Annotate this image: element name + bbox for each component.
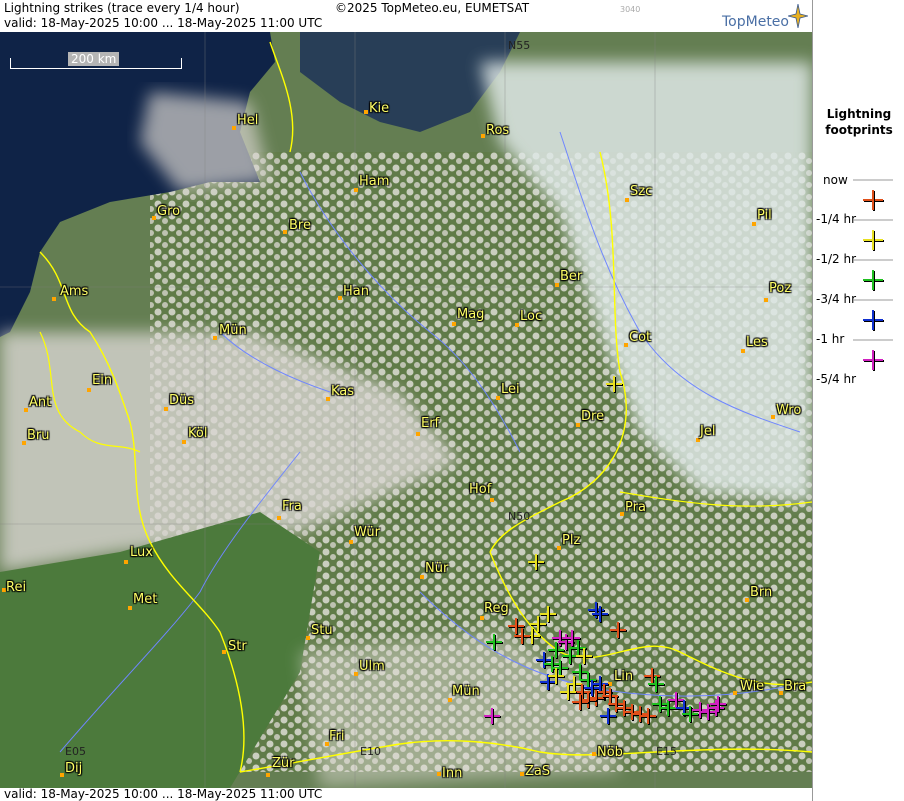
lightning-strike-icon: [592, 676, 609, 693]
lightning-strike-icon: [708, 700, 725, 717]
lightning-strike-icon: [572, 694, 589, 711]
compass-icon: [788, 4, 808, 28]
legend-title: Lightning footprints: [825, 107, 893, 137]
lightning-strike-icon: [610, 622, 627, 639]
lightning-strike-icon: [640, 708, 657, 725]
lightning-strike-icon: [710, 696, 727, 713]
lightning-strike-icon: [652, 696, 669, 713]
lightning-strike-icon: [528, 554, 545, 571]
legend-cross-icon: [863, 270, 884, 291]
lightning-strike-icon: [692, 702, 709, 719]
lightning-strike-icon: [600, 708, 617, 725]
lightning-strike-icon: [644, 668, 661, 685]
lightning-strike-icon: [536, 652, 553, 669]
lightning-strike-icon: [606, 376, 623, 393]
lightning-strike-icon: [552, 660, 569, 677]
lightning-strike-icon: [616, 700, 633, 717]
legend-cross-icon: [863, 310, 884, 331]
lightning-strikes: [484, 376, 727, 725]
map-code: 3040: [620, 5, 641, 14]
lightning-strike-icon: [588, 602, 605, 619]
lightning-strike-icon: [668, 692, 685, 709]
lightning-strike-icon: [540, 606, 557, 623]
valid-time: valid: 18-May-2025 10:00 ... 18-May-2025…: [4, 16, 323, 30]
lightning-strike-icon: [700, 704, 717, 721]
footer-valid-time: valid: 18-May-2025 10:00 ... 18-May-2025…: [4, 787, 323, 801]
lightning-strike-icon: [544, 656, 561, 673]
map-footer: valid: 18-May-2025 10:00 ... 18-May-2025…: [0, 788, 812, 801]
copyright: ©2025 TopMeteo.eu, EUMETSAT: [335, 1, 530, 15]
legend-cross-icon: [863, 230, 884, 251]
lightning-strike-icon: [632, 706, 649, 723]
map-header: Lightning strikes (trace every 1/4 hour)…: [0, 0, 812, 32]
legend-panel: Lightning footprints now -1/4 hr -1/2 hr…: [812, 0, 904, 801]
map-title: Lightning strikes (trace every 1/4 hour): [4, 1, 240, 15]
lightning-strike-icon: [592, 606, 609, 623]
legend-cross-icon: [863, 350, 884, 371]
lightning-strike-icon: [486, 634, 503, 651]
lightning-strike-icon: [484, 708, 501, 725]
satellite-map[interactable]: 200 km N55 N50 E05 E10 E15 Kie Hel Ros H…: [0, 32, 812, 788]
lightning-strike-icon: [584, 680, 601, 697]
lightning-strike-icon: [624, 704, 641, 721]
lightning-strike-icon: [660, 700, 677, 717]
legend-symbols: [853, 179, 893, 371]
legend-cross-icon: [863, 190, 884, 211]
topmeteo-logo: TopMeteo: [722, 14, 789, 30]
lightning-strike-icon: [648, 676, 665, 693]
